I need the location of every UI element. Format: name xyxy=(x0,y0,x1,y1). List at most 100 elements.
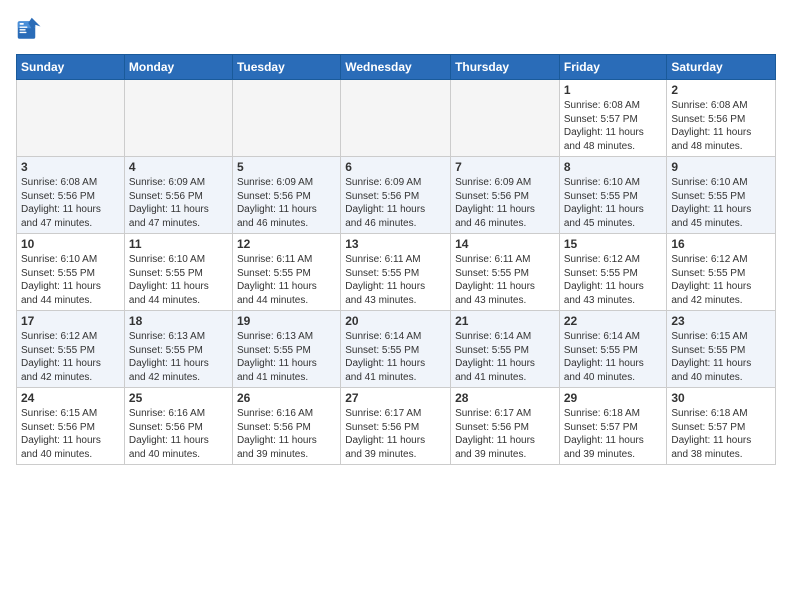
calendar-cell: 5 Sunrise: 6:09 AM Sunset: 5:56 PM Daylig… xyxy=(232,157,340,234)
calendar-cell: 25 Sunrise: 6:16 AM Sunset: 5:56 PM Dayli… xyxy=(124,388,232,465)
day-info: Sunrise: 6:16 AM Sunset: 5:56 PM Dayligh… xyxy=(129,407,228,461)
page: SundayMondayTuesdayWednesdayThursdayFrid… xyxy=(0,0,792,475)
calendar-cell xyxy=(17,80,125,157)
calendar-cell xyxy=(451,80,560,157)
calendar-cell xyxy=(232,80,340,157)
day-number: 10 xyxy=(21,237,120,251)
day-info: Sunrise: 6:08 AM Sunset: 5:56 PM Dayligh… xyxy=(21,176,120,230)
week-row-4: 17 Sunrise: 6:12 AM Sunset: 5:55 PM Dayli… xyxy=(17,311,776,388)
day-number: 6 xyxy=(345,160,446,174)
day-info: Sunrise: 6:12 AM Sunset: 5:55 PM Dayligh… xyxy=(21,330,120,384)
calendar-cell: 6 Sunrise: 6:09 AM Sunset: 5:56 PM Daylig… xyxy=(341,157,451,234)
calendar-cell: 22Sunrise: 6:14 AM Sunset: 5:55 PM Dayli… xyxy=(559,311,667,388)
calendar-cell: 23Sunrise: 6:15 AM Sunset: 5:55 PM Dayli… xyxy=(667,311,776,388)
logo xyxy=(16,16,48,44)
calendar-cell: 18 Sunrise: 6:13 AM Sunset: 5:55 PM Dayli… xyxy=(124,311,232,388)
day-info: Sunrise: 6:15 AM Sunset: 5:55 PM Dayligh… xyxy=(671,330,771,384)
calendar-cell: 21 Sunrise: 6:14 AM Sunset: 5:55 PM Dayli… xyxy=(451,311,560,388)
day-number: 21 xyxy=(455,314,555,328)
day-number: 29 xyxy=(564,391,663,405)
calendar-cell: 3 Sunrise: 6:08 AM Sunset: 5:56 PM Daylig… xyxy=(17,157,125,234)
day-number: 1 xyxy=(564,83,663,97)
header xyxy=(16,16,776,44)
day-info: Sunrise: 6:10 AM Sunset: 5:55 PM Dayligh… xyxy=(129,253,228,307)
calendar-cell: 26Sunrise: 6:16 AM Sunset: 5:56 PM Dayli… xyxy=(232,388,340,465)
calendar-cell: 10Sunrise: 6:10 AM Sunset: 5:55 PM Dayli… xyxy=(17,234,125,311)
day-info: Sunrise: 6:17 AM Sunset: 5:56 PM Dayligh… xyxy=(345,407,446,461)
day-number: 28 xyxy=(455,391,555,405)
day-info: Sunrise: 6:18 AM Sunset: 5:57 PM Dayligh… xyxy=(671,407,771,461)
day-number: 12 xyxy=(237,237,336,251)
day-info: Sunrise: 6:12 AM Sunset: 5:55 PM Dayligh… xyxy=(564,253,663,307)
day-number: 3 xyxy=(21,160,120,174)
calendar-cell: 28 Sunrise: 6:17 AM Sunset: 5:56 PM Dayli… xyxy=(451,388,560,465)
day-number: 15 xyxy=(564,237,663,251)
calendar-cell: 29 Sunrise: 6:18 AM Sunset: 5:57 PM Dayli… xyxy=(559,388,667,465)
calendar-cell: 14 Sunrise: 6:11 AM Sunset: 5:55 PM Dayli… xyxy=(451,234,560,311)
weekday-header-sunday: Sunday xyxy=(17,55,125,80)
weekday-header-row: SundayMondayTuesdayWednesdayThursdayFrid… xyxy=(17,55,776,80)
day-number: 11 xyxy=(129,237,228,251)
day-info: Sunrise: 6:15 AM Sunset: 5:56 PM Dayligh… xyxy=(21,407,120,461)
day-info: Sunrise: 6:18 AM Sunset: 5:57 PM Dayligh… xyxy=(564,407,663,461)
day-number: 19 xyxy=(237,314,336,328)
day-info: Sunrise: 6:13 AM Sunset: 5:55 PM Dayligh… xyxy=(129,330,228,384)
day-info: Sunrise: 6:14 AM Sunset: 5:55 PM Dayligh… xyxy=(564,330,663,384)
day-info: Sunrise: 6:14 AM Sunset: 5:55 PM Dayligh… xyxy=(345,330,446,384)
day-info: Sunrise: 6:11 AM Sunset: 5:55 PM Dayligh… xyxy=(345,253,446,307)
day-number: 26 xyxy=(237,391,336,405)
week-row-2: 3 Sunrise: 6:08 AM Sunset: 5:56 PM Daylig… xyxy=(17,157,776,234)
day-info: Sunrise: 6:09 AM Sunset: 5:56 PM Dayligh… xyxy=(345,176,446,230)
day-number: 30 xyxy=(671,391,771,405)
calendar: SundayMondayTuesdayWednesdayThursdayFrid… xyxy=(16,54,776,465)
day-number: 4 xyxy=(129,160,228,174)
day-info: Sunrise: 6:12 AM Sunset: 5:55 PM Dayligh… xyxy=(671,253,771,307)
weekday-header-saturday: Saturday xyxy=(667,55,776,80)
week-row-5: 24 Sunrise: 6:15 AM Sunset: 5:56 PM Dayli… xyxy=(17,388,776,465)
weekday-header-tuesday: Tuesday xyxy=(232,55,340,80)
calendar-cell: 12 Sunrise: 6:11 AM Sunset: 5:55 PM Dayli… xyxy=(232,234,340,311)
day-number: 16 xyxy=(671,237,771,251)
calendar-cell xyxy=(341,80,451,157)
calendar-cell: 8 Sunrise: 6:10 AM Sunset: 5:55 PM Daylig… xyxy=(559,157,667,234)
day-number: 24 xyxy=(21,391,120,405)
day-info: Sunrise: 6:10 AM Sunset: 5:55 PM Dayligh… xyxy=(564,176,663,230)
calendar-cell: 11 Sunrise: 6:10 AM Sunset: 5:55 PM Dayli… xyxy=(124,234,232,311)
day-info: Sunrise: 6:14 AM Sunset: 5:55 PM Dayligh… xyxy=(455,330,555,384)
logo-icon xyxy=(16,16,44,44)
weekday-header-monday: Monday xyxy=(124,55,232,80)
day-info: Sunrise: 6:09 AM Sunset: 5:56 PM Dayligh… xyxy=(237,176,336,230)
day-info: Sunrise: 6:09 AM Sunset: 5:56 PM Dayligh… xyxy=(455,176,555,230)
calendar-cell: 19 Sunrise: 6:13 AM Sunset: 5:55 PM Dayli… xyxy=(232,311,340,388)
calendar-cell: 27Sunrise: 6:17 AM Sunset: 5:56 PM Dayli… xyxy=(341,388,451,465)
day-info: Sunrise: 6:11 AM Sunset: 5:55 PM Dayligh… xyxy=(237,253,336,307)
day-number: 14 xyxy=(455,237,555,251)
calendar-cell: 24 Sunrise: 6:15 AM Sunset: 5:56 PM Dayli… xyxy=(17,388,125,465)
calendar-cell: 7 Sunrise: 6:09 AM Sunset: 5:56 PM Daylig… xyxy=(451,157,560,234)
day-info: Sunrise: 6:10 AM Sunset: 5:55 PM Dayligh… xyxy=(671,176,771,230)
calendar-cell: 15 Sunrise: 6:12 AM Sunset: 5:55 PM Dayli… xyxy=(559,234,667,311)
day-number: 8 xyxy=(564,160,663,174)
day-number: 7 xyxy=(455,160,555,174)
calendar-cell: 17 Sunrise: 6:12 AM Sunset: 5:55 PM Dayli… xyxy=(17,311,125,388)
day-info: Sunrise: 6:09 AM Sunset: 5:56 PM Dayligh… xyxy=(129,176,228,230)
day-number: 5 xyxy=(237,160,336,174)
calendar-cell: 1Sunrise: 6:08 AM Sunset: 5:57 PM Daylig… xyxy=(559,80,667,157)
calendar-cell: 13 Sunrise: 6:11 AM Sunset: 5:55 PM Dayli… xyxy=(341,234,451,311)
weekday-header-wednesday: Wednesday xyxy=(341,55,451,80)
calendar-cell: 30 Sunrise: 6:18 AM Sunset: 5:57 PM Dayli… xyxy=(667,388,776,465)
week-row-1: 1Sunrise: 6:08 AM Sunset: 5:57 PM Daylig… xyxy=(17,80,776,157)
day-number: 13 xyxy=(345,237,446,251)
day-info: Sunrise: 6:11 AM Sunset: 5:55 PM Dayligh… xyxy=(455,253,555,307)
day-number: 25 xyxy=(129,391,228,405)
day-number: 20 xyxy=(345,314,446,328)
calendar-cell xyxy=(124,80,232,157)
day-info: Sunrise: 6:13 AM Sunset: 5:55 PM Dayligh… xyxy=(237,330,336,384)
calendar-cell: 20 Sunrise: 6:14 AM Sunset: 5:55 PM Dayli… xyxy=(341,311,451,388)
day-info: Sunrise: 6:08 AM Sunset: 5:56 PM Dayligh… xyxy=(671,99,771,153)
day-info: Sunrise: 6:17 AM Sunset: 5:56 PM Dayligh… xyxy=(455,407,555,461)
day-number: 18 xyxy=(129,314,228,328)
day-number: 17 xyxy=(21,314,120,328)
week-row-3: 10 Sunrise: 6:10 AM Sunset: 5:55 PM Dayli… xyxy=(17,234,776,311)
day-number: 2 xyxy=(671,83,771,97)
